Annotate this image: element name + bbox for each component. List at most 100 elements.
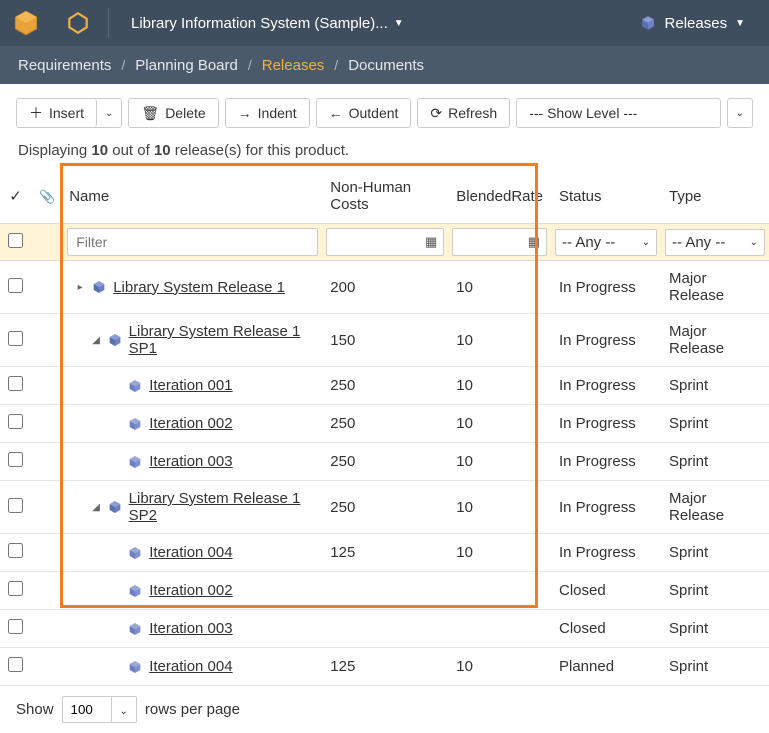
status-cell: In Progress [551, 261, 661, 314]
cost-cell [322, 610, 448, 648]
rate-filter[interactable]: ▦ [452, 228, 547, 256]
type-cell: Sprint [661, 405, 769, 443]
col-name-header[interactable]: Name [63, 169, 322, 224]
col-attach-header[interactable]: 📎 [31, 169, 63, 224]
calculator-icon[interactable]: ▦ [419, 234, 443, 250]
caret-down-icon: ⌄ [642, 237, 650, 248]
type-filter[interactable]: -- Any --⌄ [665, 229, 765, 256]
refresh-button[interactable]: ⟳Refresh [417, 98, 510, 128]
releases-table: ✓ 📎 Name Non-Human Costs BlendedRate Sta… [0, 169, 769, 686]
crumb-requirements[interactable]: Requirements [18, 57, 111, 74]
calculator-icon[interactable]: ▦ [522, 234, 546, 250]
trash-icon: 🗑 [141, 106, 159, 120]
hex-nav[interactable] [52, 0, 104, 46]
cost-filter[interactable]: ▦ [326, 228, 444, 256]
col-check-header[interactable]: ✓ [0, 169, 31, 224]
show-level-select[interactable]: --- Show Level --- [516, 98, 720, 128]
show-level-caret[interactable]: ⌄ [727, 98, 753, 128]
logo-area [0, 0, 104, 46]
col-cost-header[interactable]: Non-Human Costs [322, 169, 448, 224]
row-checkbox[interactable] [8, 619, 23, 634]
type-cell: Sprint [661, 367, 769, 405]
crumb-releases[interactable]: Releases [262, 57, 325, 74]
insert-group: ＋Insert ⌄ [16, 98, 122, 128]
product-selector[interactable]: Library Information System (Sample)... ▼ [113, 15, 422, 32]
select-all-checkbox[interactable] [8, 233, 23, 248]
app-logo-icon [12, 9, 40, 37]
rows-suffix: rows per page [145, 701, 240, 718]
releases-menu[interactable]: Releases ▼ [615, 14, 769, 32]
type-cell: Sprint [661, 534, 769, 572]
cost-cell: 250 [322, 481, 448, 534]
hexagon-icon [65, 10, 91, 36]
table-row[interactable]: Iteration 002 Closed Sprint [0, 572, 769, 610]
table-row[interactable]: Iteration 004 125 10 In Progress Sprint [0, 534, 769, 572]
product-label: Library Information System (Sample)... [131, 15, 388, 32]
type-cell: Major Release [661, 314, 769, 367]
arrow-right-icon: → [238, 106, 252, 120]
breadcrumb-sep: / [121, 57, 125, 73]
summary-text: Displaying 10 out of 10 release(s) for t… [0, 138, 769, 169]
insert-button[interactable]: ＋Insert [17, 99, 97, 127]
table-row[interactable]: ◢ Library System Release 1 SP1 150 10 In… [0, 314, 769, 367]
name-filter[interactable] [67, 228, 318, 256]
expander-icon[interactable]: ◢ [92, 335, 101, 346]
releases-label: Releases [665, 15, 728, 32]
rate-cell: 10 [448, 648, 551, 686]
release-link[interactable]: Library System Release 1 SP1 [129, 323, 315, 357]
rate-cell [448, 572, 551, 610]
refresh-icon: ⟳ [430, 106, 442, 120]
breadcrumb-sep: / [334, 57, 338, 73]
caret-down-icon: ▼ [394, 18, 404, 29]
expander-icon[interactable]: ▸ [75, 282, 85, 293]
type-cell: Sprint [661, 648, 769, 686]
row-checkbox[interactable] [8, 414, 23, 429]
status-cell: Closed [551, 610, 661, 648]
rows-caret[interactable]: ⌄ [112, 696, 137, 723]
expander-icon[interactable]: ◢ [92, 502, 101, 513]
release-link[interactable]: Library System Release 1 [113, 279, 285, 296]
row-checkbox[interactable] [8, 331, 23, 346]
release-link[interactable]: Iteration 002 [149, 582, 232, 599]
col-type-header[interactable]: Type [661, 169, 769, 224]
sprint-icon [127, 545, 143, 561]
outdent-button[interactable]: ←Outdent [316, 98, 412, 128]
col-rate-header[interactable]: BlendedRate [448, 169, 551, 224]
row-checkbox[interactable] [8, 278, 23, 293]
release-link[interactable]: Iteration 003 [149, 453, 232, 470]
release-link[interactable]: Iteration 004 [149, 658, 232, 675]
crumb-planning-board[interactable]: Planning Board [135, 57, 238, 74]
row-checkbox[interactable] [8, 452, 23, 467]
cost-cell: 250 [322, 443, 448, 481]
row-checkbox[interactable] [8, 498, 23, 513]
release-icon [107, 332, 123, 348]
table-row[interactable]: Iteration 002 250 10 In Progress Sprint [0, 405, 769, 443]
table-row[interactable]: Iteration 003 250 10 In Progress Sprint [0, 443, 769, 481]
sprint-icon [127, 416, 143, 432]
status-filter[interactable]: -- Any --⌄ [555, 229, 657, 256]
insert-caret[interactable]: ⌄ [97, 99, 121, 127]
release-link[interactable]: Library System Release 1 SP2 [129, 490, 315, 524]
rate-cell: 10 [448, 405, 551, 443]
col-status-header[interactable]: Status [551, 169, 661, 224]
table-row[interactable]: ◢ Library System Release 1 SP2 250 10 In… [0, 481, 769, 534]
release-link[interactable]: Iteration 002 [149, 415, 232, 432]
caret-down-icon: ▼ [735, 18, 745, 29]
release-link[interactable]: Iteration 001 [149, 377, 232, 394]
row-checkbox[interactable] [8, 657, 23, 672]
table-row[interactable]: Iteration 004 125 10 Planned Sprint [0, 648, 769, 686]
delete-button[interactable]: 🗑Delete [128, 98, 218, 128]
table-row[interactable]: Iteration 001 250 10 In Progress Sprint [0, 367, 769, 405]
release-link[interactable]: Iteration 004 [149, 544, 232, 561]
release-icon [107, 499, 123, 515]
row-checkbox[interactable] [8, 543, 23, 558]
table-row[interactable]: ▸ Library System Release 1 200 10 In Pro… [0, 261, 769, 314]
release-link[interactable]: Iteration 003 [149, 620, 232, 637]
app-logo[interactable] [0, 0, 52, 46]
indent-button[interactable]: →Indent [225, 98, 310, 128]
row-checkbox[interactable] [8, 376, 23, 391]
row-checkbox[interactable] [8, 581, 23, 596]
rows-input[interactable] [62, 696, 112, 723]
crumb-documents[interactable]: Documents [348, 57, 424, 74]
table-row[interactable]: Iteration 003 Closed Sprint [0, 610, 769, 648]
